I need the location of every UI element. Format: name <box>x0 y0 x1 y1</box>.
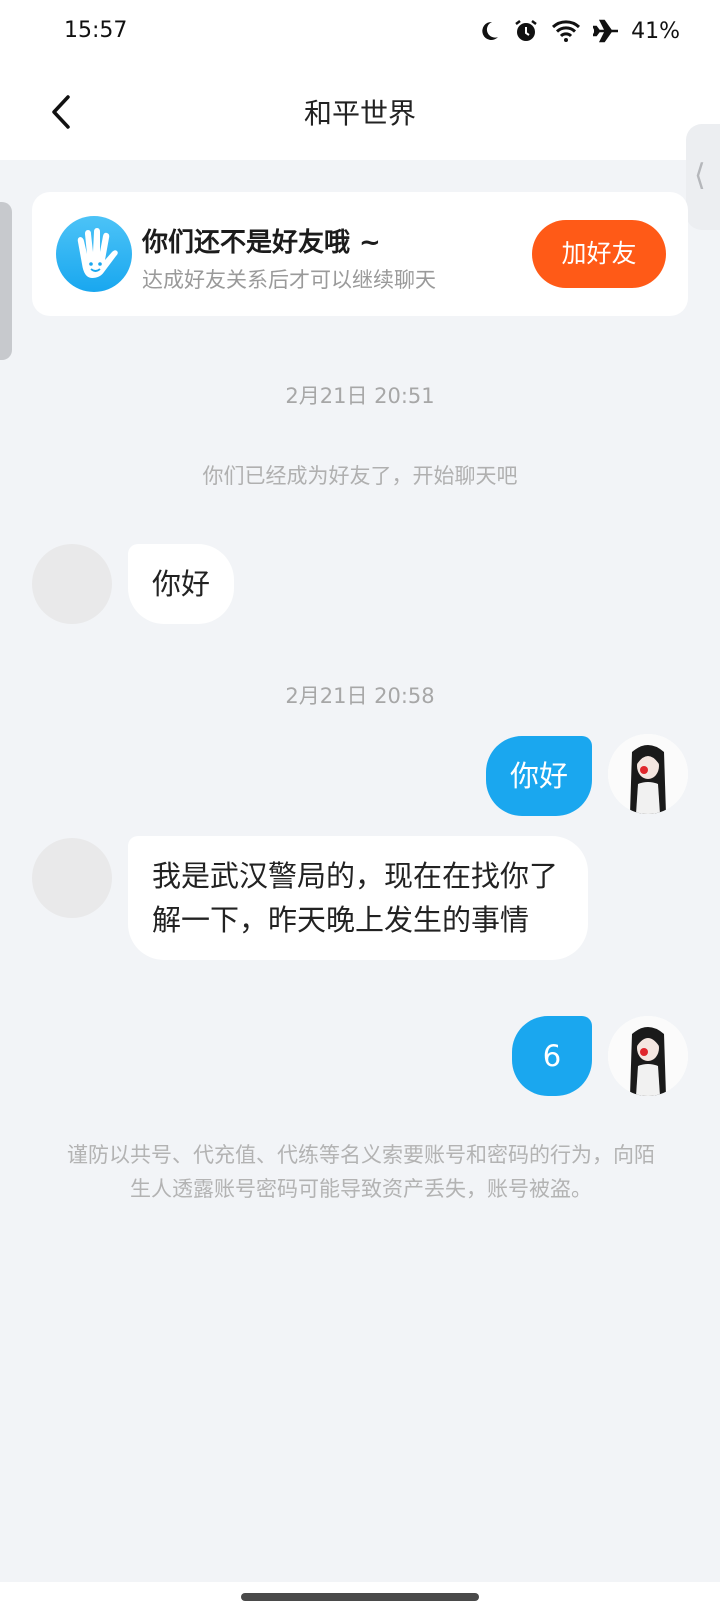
wifi-icon <box>552 20 581 42</box>
outgoing-message-bubble[interactable]: 你好 <box>485 736 592 816</box>
nav-bar: 和平世界 <box>0 64 720 160</box>
security-warning: 谨防以共号、代充值、代练等名义索要账号和密码的行为，向陌生人透露账号密码可能导致… <box>67 1143 655 1201</box>
incoming-message-bubble[interactable]: 你好 <box>128 544 235 624</box>
chat-timestamp: 2月21日 20:51 <box>285 384 435 408</box>
moon-icon <box>482 21 499 40</box>
system-message: 你们已经成为好友了，开始聊天吧 <box>202 464 518 488</box>
home-indicator[interactable] <box>241 1593 479 1601</box>
friend-notice-card: 你们还不是好友哦 ~ 达成好友关系后才可以继续聊天 加好友 <box>32 192 688 316</box>
status-bar: 15:57 41% <box>0 0 720 64</box>
contact-avatar[interactable] <box>32 544 112 624</box>
chat-timestamp: 2月21日 20:58 <box>285 684 435 708</box>
page-title: 和平世界 <box>303 97 416 130</box>
self-avatar[interactable] <box>608 1016 688 1096</box>
chevron-left-icon: ⟨ <box>694 158 706 193</box>
contact-avatar[interactable] <box>32 838 112 918</box>
wave-hand-icon <box>56 216 132 292</box>
side-drawer-handle[interactable]: ⟨ <box>686 124 720 230</box>
airplane-icon <box>593 19 619 43</box>
add-friend-button[interactable]: 加好友 <box>532 220 666 288</box>
alarm-icon <box>515 20 537 41</box>
self-avatar[interactable] <box>608 734 688 814</box>
left-edge-handle[interactable] <box>0 202 12 360</box>
status-time: 15:57 <box>64 18 128 43</box>
incoming-message-bubble[interactable]: 我是武汉警局的，现在在找你了解一下，昨天晚上发生的事情 <box>128 836 588 960</box>
friend-notice-title: 你们还不是好友哦 ~ <box>142 228 381 258</box>
friend-notice-subtitle: 达成好友关系后才可以继续聊天 <box>142 268 436 292</box>
outgoing-message-bubble[interactable]: 6 <box>512 1016 592 1096</box>
battery-level: 41% <box>631 18 680 44</box>
status-icons: 41% <box>477 18 680 44</box>
